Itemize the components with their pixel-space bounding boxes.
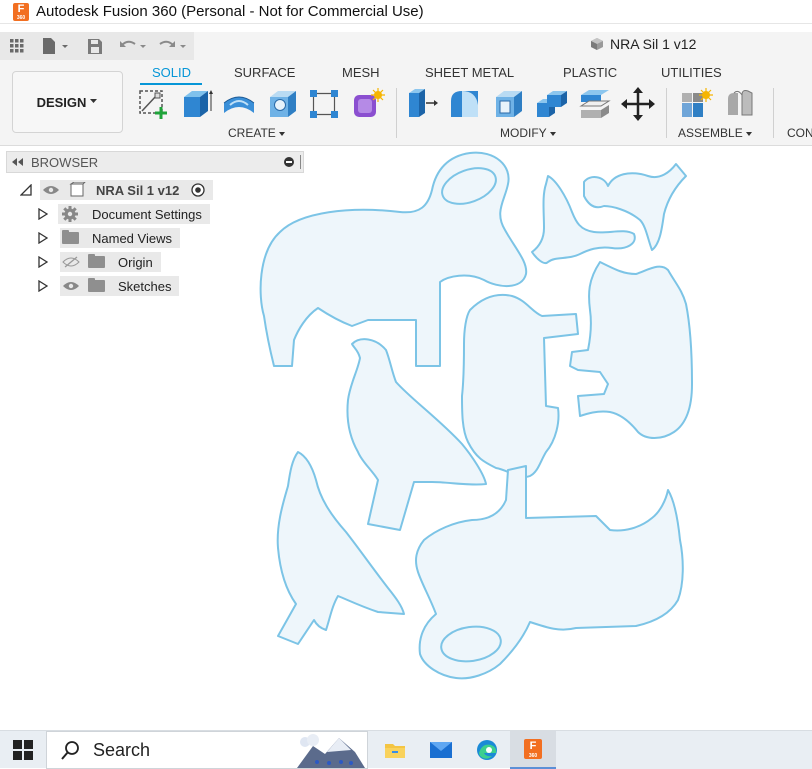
joint-icon[interactable]	[724, 87, 758, 121]
caret-down-icon	[279, 132, 286, 136]
modify-label: MODIFY	[500, 126, 547, 140]
create-group-label[interactable]: CREATE	[228, 126, 286, 140]
start-button[interactable]	[0, 731, 46, 769]
split-body-icon[interactable]	[578, 87, 612, 121]
save-icon[interactable]	[87, 37, 103, 55]
taskbar-empty-area	[556, 731, 812, 769]
redo-icon[interactable]	[158, 37, 188, 55]
component-cube-icon	[591, 38, 603, 50]
ribbon-separator	[396, 88, 397, 138]
fusion-logo-icon: F 360	[13, 2, 29, 21]
hole-icon[interactable]	[266, 87, 300, 121]
create-form-icon[interactable]	[351, 87, 385, 121]
press-pull-icon[interactable]	[406, 87, 440, 121]
construct-group-label[interactable]: CONS	[787, 126, 812, 140]
active-tab-underline	[140, 83, 202, 85]
pattern-icon[interactable]	[307, 87, 341, 121]
toolbar-ribbon: DESIGN SOLID SURFACE MESH SHEET METAL PL…	[0, 60, 812, 146]
logo-letter: F	[529, 740, 537, 752]
taskbar-edge[interactable]	[464, 731, 510, 769]
caret-down-icon	[90, 99, 98, 103]
title-bar: F 360 Autodesk Fusion 360 (Personal - Not…	[0, 0, 812, 24]
tab-solid[interactable]: SOLID	[152, 65, 191, 80]
window-title: Autodesk Fusion 360 (Personal - Not for …	[36, 3, 424, 20]
taskbar-mail[interactable]	[418, 731, 464, 769]
search-highlight-icon	[297, 734, 365, 768]
windows-logo-icon	[13, 740, 33, 760]
tab-surface[interactable]: SURFACE	[234, 65, 295, 80]
new-component-icon[interactable]	[679, 87, 713, 121]
taskbar-file-explorer[interactable]	[372, 731, 418, 769]
document-tab[interactable]: NRA Sil 1 v12	[590, 36, 696, 52]
windows-taskbar: Search F 360	[0, 730, 812, 769]
ribbon-separator	[773, 88, 774, 138]
sketch-profile[interactable]	[461, 294, 579, 478]
taskbar-search[interactable]: Search	[46, 731, 368, 769]
tab-mesh[interactable]: MESH	[342, 65, 380, 80]
file-explorer-icon	[385, 744, 405, 758]
tab-plastic[interactable]: PLASTIC	[563, 65, 617, 80]
search-icon	[61, 741, 79, 760]
document-tab-strip	[194, 32, 812, 60]
taskbar-fusion360[interactable]: F 360	[510, 731, 556, 769]
tab-sheet-metal[interactable]: SHEET METAL	[425, 65, 514, 80]
logo-letter: F	[17, 2, 25, 15]
modify-group-label[interactable]: MODIFY	[500, 126, 556, 140]
logo-sub: 360	[16, 14, 26, 21]
shell-icon[interactable]	[492, 87, 526, 121]
caret-down-icon	[549, 132, 556, 136]
workspace-switcher[interactable]: DESIGN	[12, 71, 123, 133]
assemble-label: ASSEMBLE	[678, 126, 743, 140]
edge-browser-icon	[477, 740, 497, 760]
search-label: Search	[93, 739, 151, 760]
combine-icon[interactable]	[535, 87, 569, 121]
fillet-icon[interactable]	[448, 87, 482, 121]
design-canvas[interactable]	[0, 146, 812, 730]
undo-icon[interactable]	[118, 37, 148, 55]
ribbon-separator	[666, 88, 667, 138]
file-menu-icon[interactable]	[40, 37, 70, 55]
caret-down-icon	[746, 132, 753, 136]
document-tab-label: NRA Sil 1 v12	[610, 36, 697, 52]
create-label: CREATE	[228, 126, 276, 140]
logo-sub: 360	[528, 753, 538, 759]
workspace-label: DESIGN	[36, 94, 87, 110]
extrude-icon[interactable]	[180, 87, 214, 121]
create-sketch-icon[interactable]	[137, 87, 171, 121]
fusion-taskbar-icon: F 360	[524, 739, 542, 759]
tab-utilities[interactable]: UTILITIES	[661, 65, 722, 80]
mail-icon	[430, 742, 452, 758]
revolve-icon[interactable]	[222, 87, 256, 121]
quick-access-bar: NRA Sil 1 v12	[0, 32, 812, 60]
app-grid-icon[interactable]	[10, 39, 24, 53]
assemble-group-label[interactable]: ASSEMBLE	[678, 126, 753, 140]
sketch-profile[interactable]	[569, 261, 693, 439]
move-copy-icon[interactable]	[621, 87, 655, 121]
